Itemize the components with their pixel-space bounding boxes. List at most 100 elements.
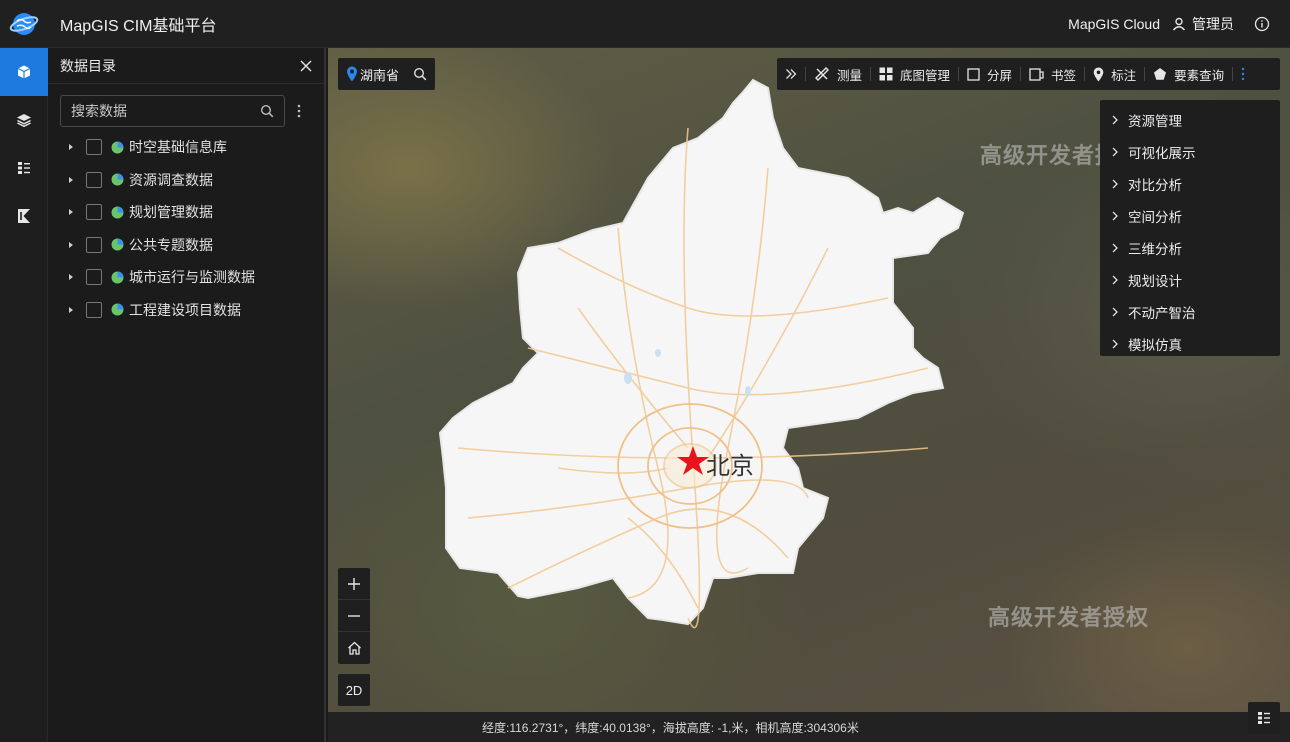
search-box [60, 95, 285, 127]
annotate-label: 标注 [1111, 68, 1137, 83]
caret-right-icon[interactable] [68, 273, 74, 281]
pie-chart-icon [111, 238, 124, 251]
collapse-toolbar-button[interactable] [777, 58, 805, 90]
status-bar: 经度:116.2731°，纬度:40.0138°，海拔高度: -1,米，相机高度… [328, 712, 1290, 742]
zoom-out-button[interactable] [338, 600, 370, 632]
app-title: MapGIS CIM基础平台 [60, 17, 217, 35]
split-screen-button[interactable]: 分屏 [959, 58, 1020, 90]
legend-button[interactable] [1248, 702, 1280, 734]
basemap-button[interactable]: 底图管理 [871, 58, 958, 90]
city-label: 北京 [706, 453, 754, 480]
user-menu[interactable]: 管理员 [1172, 14, 1234, 34]
square-icon [967, 67, 980, 81]
feature-query-label: 要素查询 [1174, 68, 1225, 83]
measure-label: 测量 [837, 68, 863, 83]
plus-icon [348, 577, 360, 590]
measure-button[interactable]: 测量 [806, 58, 870, 90]
pie-chart-icon [111, 271, 124, 284]
chevron-right-icon [1112, 339, 1118, 349]
tree-checkbox[interactable] [86, 301, 102, 318]
catalog-tree: 时空基础信息库 资源调查数据 规划管理数据 公共专题数据 城市运行与监测数据 工… [48, 127, 324, 326]
chevron-right-icon [1112, 243, 1118, 253]
annotate-button[interactable]: 标注 [1085, 58, 1144, 90]
menu-item-label: 空间分析 [1128, 210, 1182, 225]
menu-item-label: 不动产智治 [1128, 306, 1196, 321]
location-selector[interactable]: 湖南省 [338, 58, 436, 90]
tree-checkbox[interactable] [86, 139, 102, 156]
mapgis-cloud-link[interactable]: MapGIS Cloud [1068, 16, 1160, 32]
tree-checkbox[interactable] [86, 236, 102, 253]
map-pin-icon [1093, 67, 1104, 81]
ruler-icon [815, 67, 829, 81]
chevron-right-icon [1112, 307, 1118, 317]
rail-data-catalog-button[interactable] [0, 48, 48, 96]
search-input[interactable] [71, 103, 251, 119]
header-actions: MapGIS Cloud 管理员 [1068, 0, 1290, 48]
beijing-boundary [438, 78, 965, 626]
menu-item[interactable]: 空间分析 [1100, 200, 1280, 232]
menu-item[interactable]: 可视化展示 [1100, 136, 1280, 168]
more-tools-button[interactable] [1233, 58, 1253, 90]
menu-item[interactable]: 三维分析 [1100, 232, 1280, 264]
home-icon [347, 641, 361, 655]
menu-item[interactable]: 资源管理 [1100, 104, 1280, 136]
chevron-right-icon [1112, 211, 1118, 221]
rail-list-button[interactable] [0, 144, 48, 192]
menu-item[interactable]: 不动产智治 [1100, 296, 1280, 328]
bookmark-button[interactable]: 书签 [1021, 58, 1084, 90]
double-chevron-right-icon [786, 69, 797, 79]
panel-title: 数据目录 [60, 57, 116, 74]
caret-right-icon[interactable] [68, 176, 74, 184]
globe-logo-icon [0, 0, 48, 48]
more-vertical-icon[interactable] [297, 103, 301, 119]
tree-item[interactable]: 城市运行与监测数据 [48, 261, 324, 294]
bookmark-label: 书签 [1051, 68, 1077, 83]
more-tools-dropdown: 资源管理 可视化展示 对比分析 空间分析 三维分析 规划设计 不动产智治 模拟仿… [1100, 100, 1280, 356]
basemap-label: 底图管理 [900, 68, 951, 83]
zoom-controls [338, 568, 370, 664]
watermark: 高级开发者授权 [988, 605, 1150, 630]
caret-right-icon[interactable] [68, 143, 74, 151]
grid-icon [879, 67, 893, 81]
tree-checkbox[interactable] [86, 269, 102, 286]
caret-right-icon[interactable] [68, 306, 74, 314]
list-icon [1258, 712, 1270, 724]
tree-item[interactable]: 工程建设项目数据 [48, 294, 324, 327]
pentagon-icon [1154, 68, 1167, 80]
tree-item[interactable]: 资源调查数据 [48, 164, 324, 197]
menu-item[interactable]: 模拟仿真 [1100, 328, 1280, 360]
chevron-right-icon [1112, 147, 1118, 157]
map-view[interactable]: 高级开发者授权 高级开发者授权 北京 湖南省 测量 底图管理 分屏 书签 标注 … [328, 48, 1290, 712]
rail-layers-button[interactable] [0, 96, 48, 144]
menu-item[interactable]: 规划设计 [1100, 264, 1280, 296]
tree-item[interactable]: 规划管理数据 [48, 196, 324, 229]
tree-item[interactable]: 公共专题数据 [48, 229, 324, 262]
layers-icon [17, 114, 31, 128]
view-mode-button[interactable]: 2D [338, 674, 370, 706]
top-header: MapGIS CIM基础平台 MapGIS Cloud 管理员 [0, 0, 1290, 48]
more-vertical-icon [1241, 67, 1245, 81]
menu-item-label: 三维分析 [1128, 242, 1182, 257]
close-icon[interactable] [300, 60, 312, 72]
split-screen-label: 分屏 [987, 68, 1013, 83]
home-button[interactable] [338, 632, 370, 664]
tree-item[interactable]: 时空基础信息库 [48, 131, 324, 164]
user-name: 管理员 [1192, 15, 1234, 32]
chevron-right-icon [1112, 275, 1118, 285]
info-icon[interactable] [1254, 16, 1270, 32]
search-icon[interactable] [413, 67, 427, 81]
chevron-right-icon [1112, 115, 1118, 125]
left-rail [0, 48, 48, 742]
caret-right-icon[interactable] [68, 241, 74, 249]
menu-item-label: 模拟仿真 [1128, 338, 1182, 353]
feature-query-button[interactable]: 要素查询 [1145, 58, 1232, 90]
tree-item-label: 城市运行与监测数据 [129, 269, 255, 286]
zoom-in-button[interactable] [338, 568, 370, 600]
tree-checkbox[interactable] [86, 204, 102, 221]
minus-icon [348, 614, 360, 617]
menu-item[interactable]: 对比分析 [1100, 168, 1280, 200]
caret-right-icon[interactable] [68, 208, 74, 216]
tree-checkbox[interactable] [86, 171, 102, 188]
rail-k-button[interactable] [0, 192, 48, 240]
search-icon[interactable] [260, 104, 274, 118]
